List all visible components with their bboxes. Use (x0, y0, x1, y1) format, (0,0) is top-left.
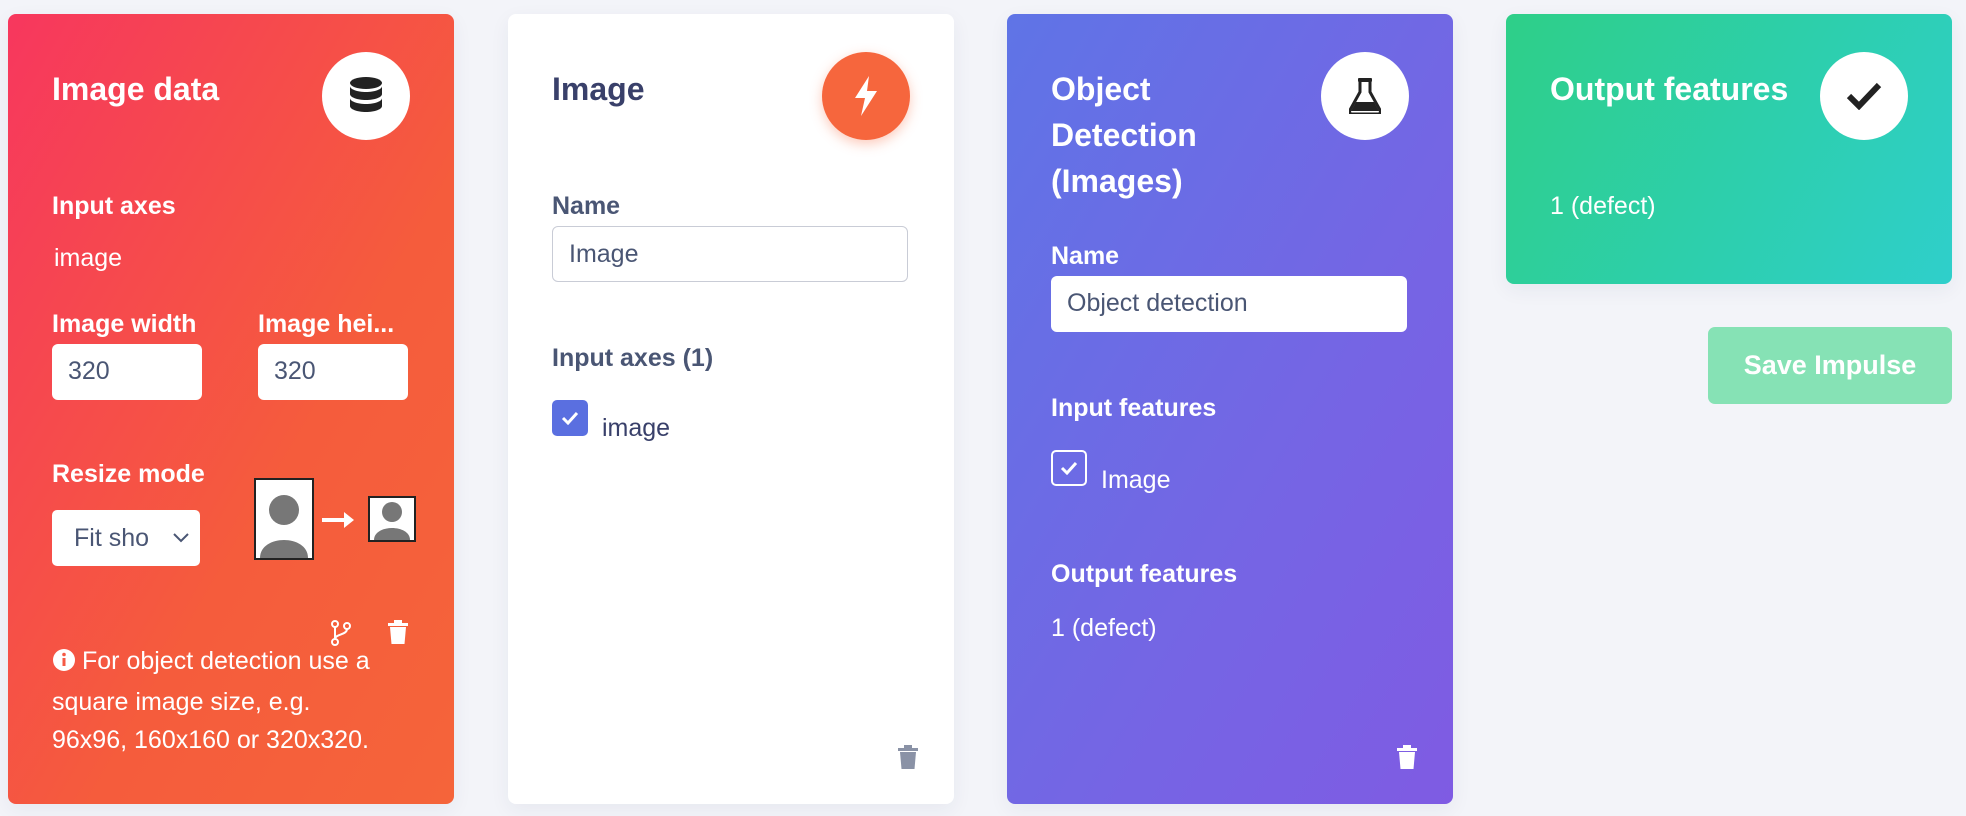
image-data-title: Image data (52, 71, 220, 107)
image-height-label: Image hei... (258, 310, 395, 338)
bolt-icon (822, 52, 910, 140)
trash-icon[interactable] (898, 745, 918, 774)
input-axes-label: Input axes (52, 192, 176, 220)
resize-mode-label: Resize mode (52, 460, 205, 488)
save-impulse-button[interactable]: Save Impulse (1708, 327, 1952, 404)
learn-block-title: Object Detection (Images) (1051, 71, 1197, 199)
image-name-label: Name (552, 192, 621, 220)
resize-preview-icon (254, 478, 416, 560)
learn-name-label: Name (1051, 242, 1120, 270)
learn-name-input[interactable]: Object detection (1051, 276, 1407, 332)
feature-label-image: Image (1101, 466, 1171, 494)
chevron-down-icon (168, 510, 194, 566)
learn-block-card: Object Detection (Images) Name Object de… (1007, 14, 1453, 804)
input-features-label: Input features (1051, 394, 1217, 422)
info-icon (52, 645, 76, 683)
image-height-input[interactable]: 320 (258, 344, 408, 400)
image-name-input[interactable]: Image (552, 226, 908, 282)
feature-checkbox-image[interactable] (1051, 450, 1087, 486)
image-input-axes-label: Input axes (1) (552, 344, 714, 372)
image-block-title: Image (552, 71, 645, 107)
flask-icon (1321, 52, 1409, 140)
input-axes-value: image (54, 244, 123, 272)
axis-label-image: image (602, 414, 671, 442)
trash-icon[interactable] (1397, 745, 1417, 774)
output-block-value: 1 (defect) (1550, 192, 1656, 220)
info-text: For object detection use a square image … (52, 647, 370, 754)
info-note: For object detection use a square image … (52, 642, 392, 759)
database-icon (322, 52, 410, 140)
output-features-label: Output features (1051, 560, 1238, 588)
image-width-label: Image width (52, 310, 197, 338)
axis-checkbox-image[interactable] (552, 400, 588, 436)
output-block-card: Output features 1 (defect) (1506, 14, 1952, 284)
output-block-title: Output features (1550, 71, 1789, 107)
resize-mode-select[interactable]: Fit sho (52, 510, 200, 566)
image-block-card: Image Name Image Input axes (1) image (508, 14, 954, 804)
image-data-card: Image data Input axes image Image width … (8, 14, 454, 804)
output-features-value: 1 (defect) (1051, 614, 1157, 642)
image-width-input[interactable]: 320 (52, 344, 202, 400)
resize-mode-selected: Fit sho (74, 524, 150, 552)
check-icon (1820, 52, 1908, 140)
